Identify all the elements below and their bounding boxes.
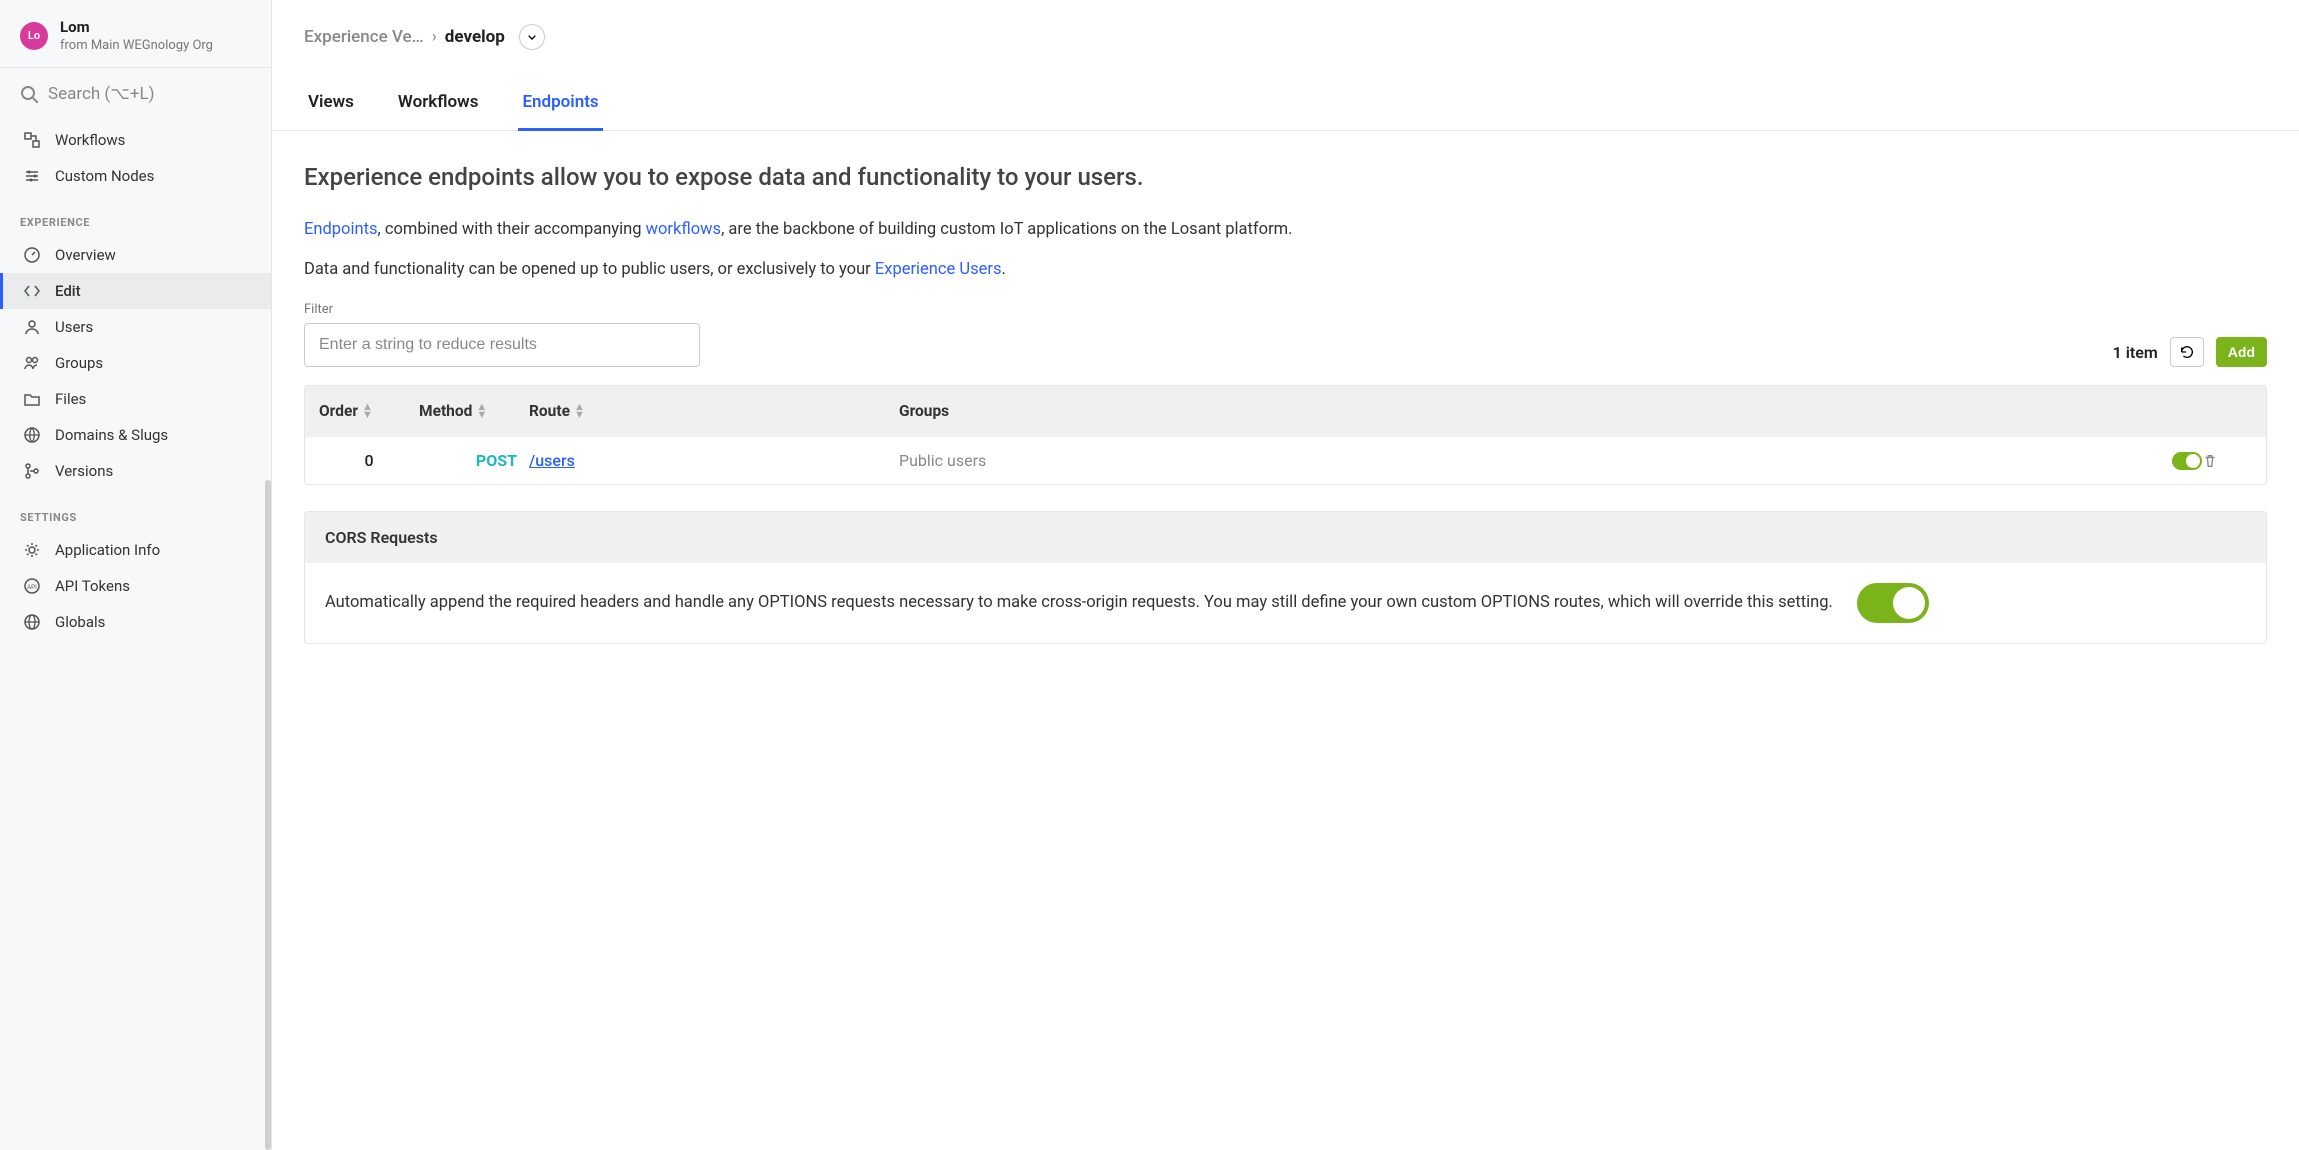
filter-label: Filter <box>304 302 700 317</box>
user-icon <box>23 318 41 336</box>
sidebar: Lo Lom from Main WEGnology Org Search (⌥… <box>0 0 272 1150</box>
add-button[interactable]: Add <box>2216 337 2267 367</box>
experience-users-link[interactable]: Experience Users <box>875 260 1002 279</box>
tabs: Views Workflows Endpoints <box>272 92 2299 131</box>
sidebar-item-label: Files <box>55 390 86 408</box>
sidebar-item-api-tokens[interactable]: API Tokens <box>0 568 271 604</box>
sidebar-item-label: Versions <box>55 462 113 480</box>
breadcrumb-separator: › <box>432 27 437 47</box>
sidebar-item-globals[interactable]: Globals <box>0 604 271 640</box>
globe-icon <box>23 613 41 631</box>
description-1: Endpoints, combined with their accompany… <box>304 217 2267 243</box>
sidebar-item-label: Overview <box>55 246 116 264</box>
sidebar-item-label: Edit <box>55 282 81 300</box>
gear-icon <box>23 541 41 559</box>
item-count: 1 item <box>2113 343 2158 362</box>
row-enabled-toggle[interactable] <box>2172 452 2202 470</box>
search-input[interactable]: Search (⌥+L) <box>0 68 271 118</box>
sidebar-item-domains-slugs[interactable]: Domains & Slugs <box>0 417 271 453</box>
col-groups[interactable]: Groups <box>899 402 2122 420</box>
sidebar-item-custom-nodes[interactable]: Custom Nodes <box>0 158 271 194</box>
sidebar-item-label: Users <box>55 318 93 336</box>
org-subtitle: from Main WEGnology Org <box>60 38 251 53</box>
cell-order: 0 <box>319 451 419 470</box>
tab-endpoints[interactable]: Endpoints <box>518 92 602 131</box>
sidebar-item-label: Custom Nodes <box>55 167 154 185</box>
description-2: Data and functionality can be opened up … <box>304 257 2267 283</box>
cors-description: Automatically append the required header… <box>325 590 1833 616</box>
nav-heading: SETTINGS <box>0 497 271 532</box>
refresh-icon <box>2179 344 2195 360</box>
breadcrumb: Experience Ve… › develop <box>272 0 2299 50</box>
cell-route-link[interactable]: /users <box>529 451 575 470</box>
sidebar-item-label: API Tokens <box>55 577 130 595</box>
sidebar-header: Lo Lom from Main WEGnology Org <box>0 0 271 68</box>
cell-groups: Public users <box>899 451 2122 470</box>
filter-input[interactable] <box>304 323 700 367</box>
page-title: Experience endpoints allow you to expose… <box>304 163 2267 191</box>
avatar: Lo <box>20 22 48 50</box>
folder-icon <box>23 390 41 408</box>
sliders-icon <box>23 167 41 185</box>
tab-workflows[interactable]: Workflows <box>394 92 483 131</box>
main: Experience Ve… › develop Views Workflows E… <box>272 0 2299 1150</box>
sidebar-item-overview[interactable]: Overview <box>0 237 271 273</box>
col-route[interactable]: Route▲▼ <box>529 402 899 420</box>
search-icon <box>20 85 38 103</box>
col-method[interactable]: Method▲▼ <box>419 402 529 420</box>
workflows-link[interactable]: workflows <box>646 220 721 239</box>
sort-icon: ▲▼ <box>476 403 487 418</box>
branch-icon <box>23 462 41 480</box>
sidebar-item-label: Groups <box>55 354 103 372</box>
tab-views[interactable]: Views <box>304 92 358 131</box>
nav-heading: EXPERIENCE <box>0 202 271 237</box>
sort-icon: ▲▼ <box>574 403 585 418</box>
sidebar-item-app-info[interactable]: Application Info <box>0 532 271 568</box>
refresh-button[interactable] <box>2170 337 2204 367</box>
org-title: Lom <box>60 18 251 36</box>
sidebar-item-label: Globals <box>55 613 105 631</box>
breadcrumb-current: develop <box>445 27 505 47</box>
scrollbar[interactable] <box>265 480 271 1150</box>
sort-icon: ▲▼ <box>362 403 373 418</box>
col-order[interactable]: Order▲▼ <box>319 402 419 420</box>
workflow-icon <box>23 131 41 149</box>
sidebar-item-users[interactable]: Users <box>0 309 271 345</box>
chevron-down-icon <box>526 31 538 43</box>
gauge-icon <box>23 246 41 264</box>
breadcrumb-parent[interactable]: Experience Ve… <box>304 27 424 47</box>
users-icon <box>23 354 41 372</box>
cors-panel: CORS Requests Automatically append the r… <box>304 511 2267 644</box>
sidebar-item-workflows[interactable]: Workflows <box>0 122 271 158</box>
endpoints-table: Order▲▼ Method▲▼ Route▲▼ Groups 0 POST /… <box>304 385 2267 485</box>
cors-toggle[interactable] <box>1857 583 1929 623</box>
table-row: 0 POST /users Public users <box>305 436 2266 484</box>
version-dropdown-button[interactable] <box>519 24 545 50</box>
sidebar-item-files[interactable]: Files <box>0 381 271 417</box>
sidebar-item-label: Application Info <box>55 541 160 559</box>
sidebar-item-groups[interactable]: Groups <box>0 345 271 381</box>
search-placeholder: Search (⌥+L) <box>48 84 155 104</box>
globe-grid-icon <box>23 426 41 444</box>
sidebar-item-versions[interactable]: Versions <box>0 453 271 489</box>
endpoints-link[interactable]: Endpoints <box>304 220 378 239</box>
api-icon <box>23 577 41 595</box>
cors-title: CORS Requests <box>305 512 2266 563</box>
delete-row-button[interactable] <box>2202 453 2252 469</box>
sidebar-item-edit[interactable]: Edit <box>0 273 271 309</box>
code-icon <box>23 282 41 300</box>
cell-method: POST <box>419 451 529 470</box>
sidebar-item-label: Domains & Slugs <box>55 426 168 444</box>
sidebar-item-label: Workflows <box>55 131 125 149</box>
